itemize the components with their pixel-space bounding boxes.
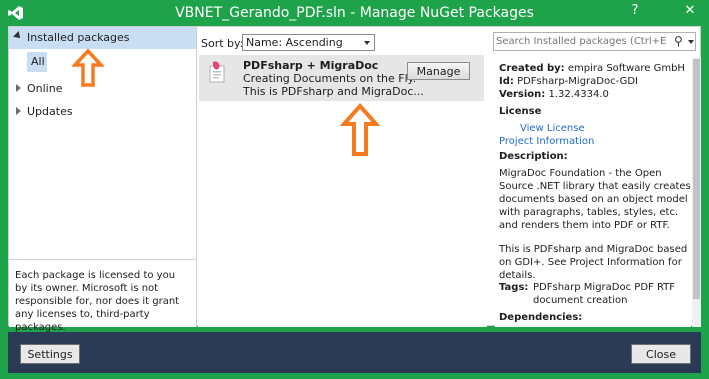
package-icon — [209, 61, 225, 83]
created-by-value: empira Software GmbH — [567, 63, 685, 74]
dialog-content: Installed packages All Online Updates Ea… — [8, 26, 701, 333]
footer-bar: Settings Close — [8, 332, 701, 373]
manage-button[interactable]: Manage — [407, 62, 470, 80]
id-label: Id: — [499, 76, 514, 87]
search-input[interactable] — [496, 34, 666, 49]
orange-arrow-icon — [72, 48, 104, 87]
sort-dropdown[interactable]: Name: Ascending — [242, 34, 375, 51]
window-close-button[interactable]: ✕ — [680, 2, 700, 22]
version-label: Version: — [499, 89, 546, 100]
package-row[interactable]: PDFsharp + MigraDoc Creating Documents o… — [199, 55, 484, 101]
sort-label: Sort by: — [201, 37, 244, 50]
package-name: PDFsharp + MigraDoc — [243, 59, 379, 72]
id-value: PDFsharp-MigraDoc-GDI — [517, 76, 638, 87]
details-scrollbar[interactable] — [692, 57, 701, 327]
scrollbar-thumb[interactable] — [693, 59, 700, 299]
nav-installed-label: Installed packages — [27, 31, 130, 44]
settings-button[interactable]: Settings — [20, 344, 80, 364]
version-value: 1.32.4334.0 — [548, 89, 609, 100]
nuget-dialog: VBNET_Gerando_PDF.sln - Manage NuGet Pac… — [0, 0, 709, 379]
collapsed-arrow-icon — [16, 107, 21, 115]
description-text-2: This is PDFsharp and MigraDoc based on G… — [499, 244, 688, 281]
package-list: PDFsharp + MigraDoc Creating Documents o… — [198, 55, 487, 327]
nav-installed-packages[interactable]: Installed packages — [9, 27, 196, 49]
search-box[interactable]: ⚲ — [493, 32, 696, 51]
project-information-link[interactable]: Project Information — [499, 135, 594, 148]
chevron-down-icon — [364, 41, 370, 45]
package-description-line1: Creating Documents on the Fly. — [243, 72, 417, 85]
created-by-label: Created by: — [499, 63, 565, 74]
version-row: Version: 1.32.4334.0 — [499, 88, 609, 101]
license-notice: Each package is licensed to you by its o… — [9, 259, 196, 333]
description-text: MigraDoc Foundation - the Open Source .N… — [499, 168, 691, 231]
nav-all[interactable]: All — [27, 52, 47, 72]
search-icon[interactable]: ⚲ — [674, 34, 683, 48]
nav-online-label: Online — [27, 82, 63, 95]
package-description-line2: This is PDFsharp and MigraDoc... — [243, 85, 424, 98]
description-label: Description: — [499, 151, 568, 162]
orange-arrow-icon — [340, 103, 380, 156]
chevron-down-icon[interactable] — [688, 40, 694, 44]
nav-all-label: All — [31, 55, 45, 68]
sort-value: Name: Ascending — [246, 36, 343, 49]
id-row: Id: PDFsharp-MigraDoc-GDI — [499, 75, 638, 88]
close-button[interactable]: Close — [631, 344, 691, 364]
package-details: Created by: empira Software GmbH Id: PDF… — [495, 53, 691, 327]
window-title: VBNET_Gerando_PDF.sln - Manage NuGet Pac… — [175, 5, 534, 21]
license-label: License — [499, 106, 542, 117]
created-by-row: Created by: empira Software GmbH — [499, 62, 685, 75]
help-button[interactable]: ? — [625, 2, 645, 22]
view-license-link[interactable]: View License — [520, 122, 585, 135]
tags-value: PDFsharp MigraDoc PDF RTF document creat… — [533, 282, 676, 306]
expanded-arrow-icon — [13, 31, 23, 41]
nav-updates-label: Updates — [27, 105, 73, 118]
collapsed-arrow-icon — [16, 84, 21, 92]
dependencies-label: Dependencies: — [499, 312, 583, 323]
tags-label: Tags: — [499, 282, 529, 293]
title-bar: VBNET_Gerando_PDF.sln - Manage NuGet Pac… — [0, 0, 709, 26]
tags-row: Tags: — [499, 281, 528, 294]
